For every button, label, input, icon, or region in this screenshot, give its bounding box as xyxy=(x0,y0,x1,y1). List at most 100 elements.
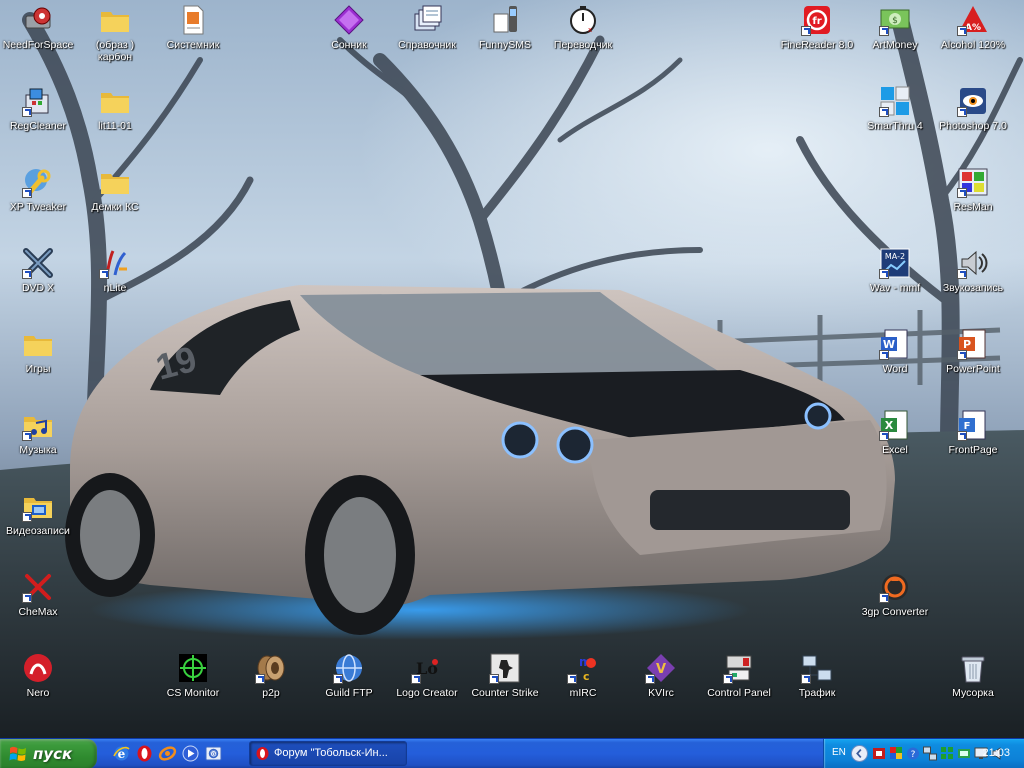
network-icon[interactable] xyxy=(923,746,937,761)
desktop-icon-label: KVIrc xyxy=(648,687,674,699)
shortcut-arrow-icon xyxy=(957,26,967,36)
help-icon[interactable]: ? xyxy=(906,746,920,761)
desktop-icon-resman[interactable]: ResMan xyxy=(933,164,1013,226)
registry-icon xyxy=(22,85,54,117)
svg-text:A%: A% xyxy=(965,23,981,33)
desktop-icon-trafik[interactable]: Трафик xyxy=(777,650,857,712)
desktop-icon-label: XP Tweaker xyxy=(9,201,67,213)
desktop-icon-regcleaner[interactable]: RegCleaner xyxy=(0,83,78,145)
desktop-icon-label: CheMax xyxy=(18,606,58,618)
desktop-icon-label: ResMan xyxy=(953,201,993,213)
desktop-icon-muzyka[interactable]: Музыка xyxy=(0,407,78,469)
desktop-icon-3gp[interactable]: 3gp Converter xyxy=(855,569,935,631)
messenger-icon[interactable] xyxy=(158,744,177,763)
desktop-icon-label: Wav - mmf xyxy=(869,282,921,294)
wrench-icon xyxy=(22,166,54,198)
powerpoint-icon: P xyxy=(957,328,989,360)
desktop-icon-lit11[interactable]: lit11-01 xyxy=(75,83,155,145)
shortcut-arrow-icon xyxy=(957,431,967,441)
desktop-icon-label: RegCleaner xyxy=(9,120,67,132)
desktop-icon-artmoney[interactable]: $ ArtMoney xyxy=(855,2,935,64)
desktop-icon-excel[interactable]: X Excel xyxy=(855,407,935,469)
desktop-icon-label: FunnySMS xyxy=(479,39,531,51)
desktop-icon-frontpage[interactable]: F FrontPage xyxy=(933,407,1013,469)
shortcut-arrow-icon xyxy=(22,188,32,198)
start-button[interactable]: пуск xyxy=(0,739,97,768)
desktop-icon-nlite[interactable]: nLite xyxy=(75,245,155,307)
word-icon: W xyxy=(879,328,911,360)
desktop-icon-mirc[interactable]: m c mIRC xyxy=(543,650,623,712)
desktop-icon-label: Excel xyxy=(882,444,908,456)
taskbar-window-button[interactable]: Форум "Тобольск-Ин... xyxy=(249,741,407,766)
mixer-icon[interactable] xyxy=(957,746,971,761)
desktop-icon-wav-mmf[interactable]: MA-2 Wav - mmf xyxy=(855,245,935,307)
desktop-icon-label: Музыка xyxy=(19,444,57,456)
shield-icon[interactable] xyxy=(940,746,954,761)
shortcut-arrow-icon xyxy=(879,431,889,441)
outlook-icon[interactable]: @ xyxy=(204,744,223,763)
nero-icon xyxy=(22,652,54,684)
clock: 21:03 xyxy=(982,747,1010,759)
media-player-icon[interactable] xyxy=(181,744,200,763)
desktop-icon-funnysms[interactable]: FunnySMS xyxy=(465,2,545,64)
desktop-icon-videozapisi[interactable]: Видеозаписи xyxy=(0,488,78,550)
desktop-icon-demki[interactable]: Демки КС xyxy=(75,164,155,226)
desktop-icon-finereader[interactable]: fr FineReader 8.0 xyxy=(777,2,857,64)
desktop-icon-nero[interactable]: Nero xyxy=(0,650,78,712)
shortcut-arrow-icon xyxy=(957,188,967,198)
desktop-icon-sonnik[interactable]: Сонник xyxy=(309,2,389,64)
desktop-icon-sistemnik[interactable]: Системник xyxy=(153,2,233,64)
counter-strike-icon xyxy=(489,652,521,684)
desktop-icon-powerpoint[interactable]: P PowerPoint xyxy=(933,326,1013,388)
desktop-icon-xptweaker[interactable]: XP Tweaker xyxy=(0,164,78,226)
opera-icon xyxy=(256,747,269,760)
control-panel-icon xyxy=(723,652,755,684)
opera-icon[interactable] xyxy=(135,744,154,763)
shortcut-arrow-icon xyxy=(957,350,967,360)
virus-icon[interactable] xyxy=(872,746,886,761)
photoshop-eye-icon xyxy=(957,85,989,117)
excel-icon: X xyxy=(879,409,911,441)
desktop-icon-label: DVD X xyxy=(21,282,55,294)
shortcut-arrow-icon xyxy=(801,26,811,36)
taskbar: пуск e @ Форум "Тобольск-Ин... EN ? 21:0… xyxy=(0,738,1024,768)
desktop-icon-label: Logo Creator xyxy=(396,687,458,699)
desktop-icon-needforspace[interactable]: NeedForSpace xyxy=(0,2,78,64)
desktop-icon-chemax[interactable]: CheMax xyxy=(0,569,78,631)
desktop-icon-musorka[interactable]: Мусорка xyxy=(933,650,1013,712)
desktop-icon-obraz-karbon[interactable]: (образ ) карбон xyxy=(75,2,155,64)
resman-icon xyxy=(957,166,989,198)
globe-icon xyxy=(333,652,365,684)
alcohol-icon: A% xyxy=(957,4,989,36)
desktop-icon-alcohol[interactable]: A% Alcohol 120% xyxy=(933,2,1013,64)
desktop-icon-guildftp[interactable]: Guild FTP xyxy=(309,650,389,712)
shortcut-arrow-icon xyxy=(22,269,32,279)
shortcut-arrow-icon xyxy=(879,593,889,603)
desktop-icon-spravochnik[interactable]: Справочник xyxy=(387,2,467,64)
desktop-icon-dvdx[interactable]: DVD X xyxy=(0,245,78,307)
tray-expand-chevron-icon[interactable] xyxy=(851,745,868,762)
internet-explorer-icon[interactable]: e xyxy=(112,744,131,763)
recycle-bin-icon xyxy=(957,652,989,684)
desktop-icon-label: ArtMoney xyxy=(872,39,918,51)
desktop-icon-controlpanel[interactable]: Control Panel xyxy=(699,650,779,712)
desktop-icon-label: Трафик xyxy=(798,687,836,699)
money-icon: $ xyxy=(879,4,911,36)
security-icon[interactable] xyxy=(889,746,903,761)
system-tray: EN ? 21:03 xyxy=(823,739,1024,768)
desktop-icon-counterstrike[interactable]: Counter Strike xyxy=(465,650,545,712)
shortcut-arrow-icon xyxy=(255,674,265,684)
desktop-icon-label: PowerPoint xyxy=(946,363,1000,375)
desktop-icon-word[interactable]: W Word xyxy=(855,326,935,388)
desktop-icon-photoshop[interactable]: Photoshop 7.0 xyxy=(933,83,1013,145)
desktop-icon-p2p[interactable]: p2p xyxy=(231,650,311,712)
drive-gear-icon xyxy=(22,4,54,36)
desktop-icon-kvirc[interactable]: V KVIrc xyxy=(621,650,701,712)
language-indicator[interactable]: EN xyxy=(832,747,846,758)
desktop-icon-zvukozapis[interactable]: Звукозапись xyxy=(933,245,1013,307)
desktop-icon-igry[interactable]: Игры xyxy=(0,326,78,388)
desktop-icon-smarthru[interactable]: SmarThru 4 xyxy=(855,83,935,145)
desktop-icon-logocreator[interactable]: Lo Logo Creator xyxy=(387,650,467,712)
desktop-icon-csmonitor[interactable]: CS Monitor xyxy=(153,650,233,712)
desktop-icon-perevodchik[interactable]: x Переводчик xyxy=(543,2,623,64)
